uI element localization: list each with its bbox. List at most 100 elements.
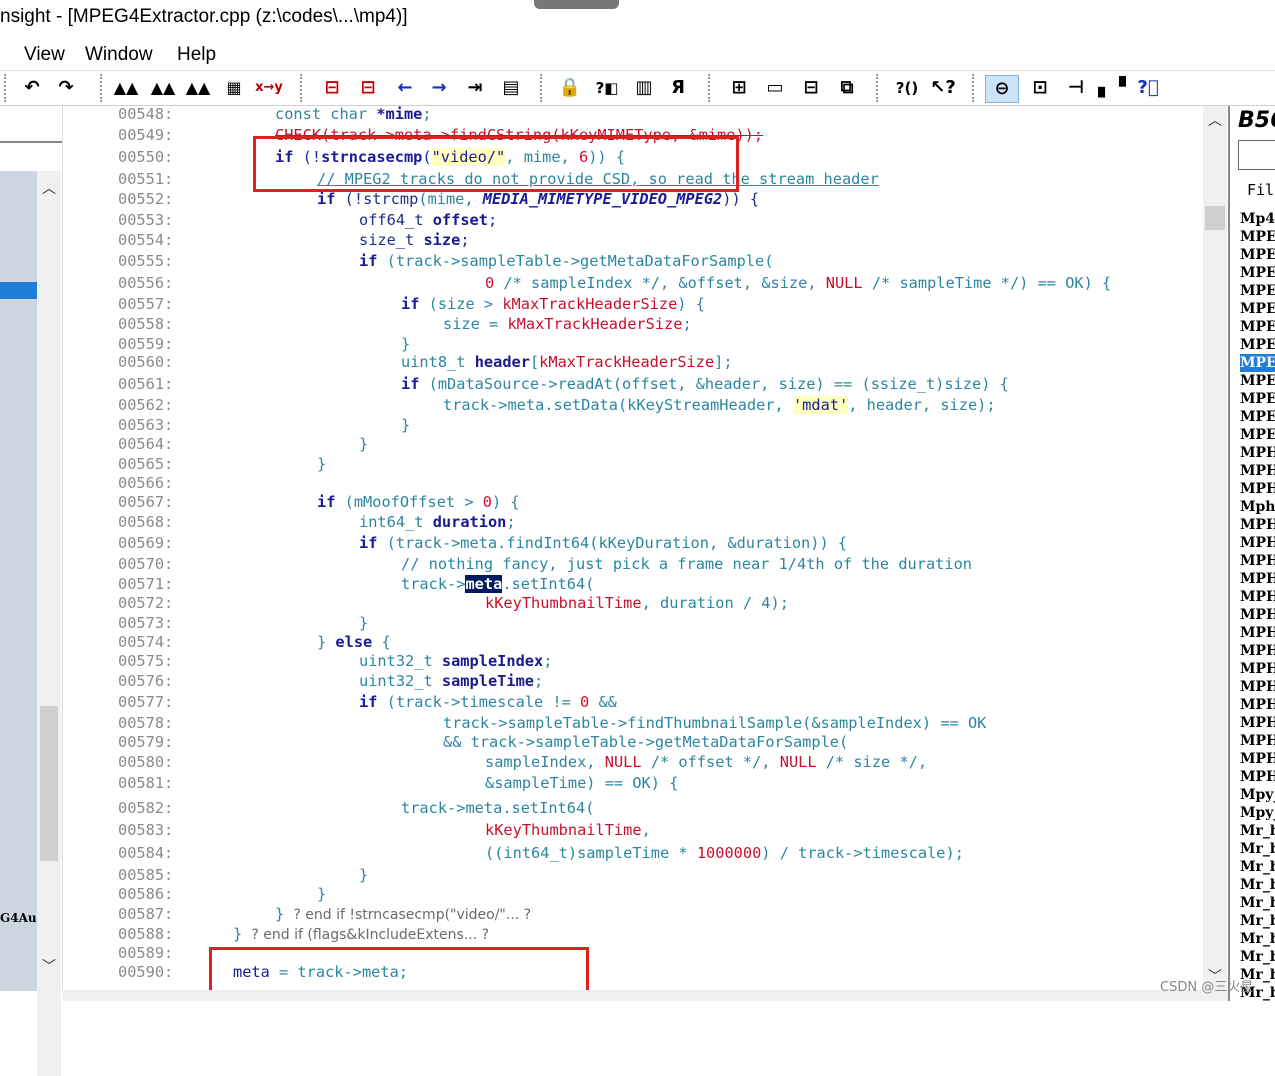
file-list-item[interactable]: Mp4l bbox=[1240, 210, 1275, 228]
file-list-item[interactable]: MPH_ bbox=[1240, 750, 1275, 768]
code-line-564: } bbox=[359, 435, 369, 453]
file-list-item[interactable]: MPH_ bbox=[1240, 660, 1275, 678]
window-grip[interactable] bbox=[534, 0, 619, 9]
file-list-item[interactable]: MPH_ bbox=[1240, 606, 1275, 624]
book-icon[interactable]: ▥ bbox=[630, 75, 658, 101]
line-number: 00571: bbox=[118, 575, 174, 593]
scroll-up-icon[interactable]: ︿ bbox=[1208, 110, 1222, 130]
menu-help[interactable]: Help bbox=[177, 44, 216, 66]
find-icon[interactable]: ▲▲ bbox=[113, 75, 139, 101]
window-icon[interactable]: ⊞ bbox=[725, 75, 753, 101]
file-list-item[interactable]: MPH_ bbox=[1240, 714, 1275, 732]
relation-icon[interactable]: ⊡ bbox=[1026, 75, 1054, 101]
file-list-item[interactable]: MPEG bbox=[1240, 318, 1275, 336]
file-list-item[interactable]: MPH_ bbox=[1240, 696, 1275, 714]
editor-horizontal-scrollbar[interactable] bbox=[62, 990, 1232, 1001]
file-list-item[interactable]: Mr_b bbox=[1240, 912, 1275, 930]
find-prev-icon[interactable]: ▲▲ bbox=[149, 75, 177, 101]
right-panel-file-list[interactable]: Mp4lMPEGMPEGMPEGMPEGMPEGMPEGMPEGMPEGMPEG… bbox=[1240, 210, 1275, 1002]
left-panel: ︿ ﹀ G4Au bbox=[0, 106, 62, 1076]
undo-icon[interactable]: ↶ bbox=[18, 75, 46, 101]
find-next-icon[interactable]: ▲▲ bbox=[184, 75, 212, 101]
file-list-item[interactable]: MPEG bbox=[1240, 426, 1275, 444]
toggle-icon[interactable]: ⊖ bbox=[985, 75, 1019, 103]
replace-icon[interactable]: x→y bbox=[254, 75, 284, 101]
file-list-item[interactable]: MPH_ bbox=[1240, 570, 1275, 588]
file-list-item[interactable]: Mpht bbox=[1240, 498, 1275, 516]
file-list-item[interactable]: Mr_b bbox=[1240, 948, 1275, 966]
back-icon[interactable]: ← bbox=[392, 75, 418, 101]
redo-icon[interactable]: ↷ bbox=[52, 75, 80, 101]
menu-view[interactable]: View bbox=[24, 44, 65, 66]
indent-icon[interactable]: ⇥ bbox=[462, 75, 488, 101]
file-list-item[interactable]: MPEG bbox=[1240, 300, 1275, 318]
file-list-item[interactable]: Mpy_ bbox=[1240, 804, 1275, 822]
symbol-icon[interactable]: ?◧ bbox=[593, 75, 621, 101]
code-line-581: &sampleTime) == OK) { bbox=[485, 774, 679, 792]
file-list-item[interactable]: Mpy_ bbox=[1240, 786, 1275, 804]
scroll-down-icon[interactable]: ﹀ bbox=[42, 956, 56, 976]
file-list-item[interactable]: Mr_b bbox=[1240, 858, 1275, 876]
file-list-item[interactable]: MPH_ bbox=[1240, 678, 1275, 696]
line-number: 00557: bbox=[118, 295, 174, 313]
file-list-item[interactable]: MPEG bbox=[1240, 372, 1275, 390]
file-list-item[interactable]: MPH_ bbox=[1240, 534, 1275, 552]
file-list-item[interactable]: MPEG bbox=[1240, 246, 1275, 264]
menu-window[interactable]: Window bbox=[85, 44, 153, 66]
toolbar-separator bbox=[4, 74, 6, 102]
file-list-item[interactable]: MPH_ bbox=[1240, 768, 1275, 786]
forward-icon[interactable]: → bbox=[426, 75, 452, 101]
tree-icon[interactable]: ⊣ bbox=[1062, 75, 1090, 101]
file-list-item[interactable]: MPEG bbox=[1240, 354, 1275, 372]
window4-icon[interactable]: ⧉ bbox=[833, 75, 861, 101]
left-scrollbar-thumb[interactable] bbox=[40, 706, 58, 861]
file-list-item[interactable]: Mr_b bbox=[1240, 840, 1275, 858]
file-list-item[interactable]: Mr_b bbox=[1240, 894, 1275, 912]
layout-icon[interactable]: ▖▝ bbox=[1098, 75, 1126, 101]
outdent-icon[interactable]: ▤ bbox=[498, 75, 524, 101]
editor-scrollbar-thumb[interactable] bbox=[1205, 206, 1225, 230]
window3-icon[interactable]: ⊟ bbox=[797, 75, 825, 101]
file-list-item[interactable]: MPH_ bbox=[1240, 642, 1275, 660]
file-list-item[interactable]: MPH. bbox=[1240, 480, 1275, 498]
file-list-item[interactable]: MPEG bbox=[1240, 390, 1275, 408]
file-list-item[interactable]: MPEG bbox=[1240, 264, 1275, 282]
menu-item-partial[interactable]: : bbox=[0, 44, 1, 66]
left-scrollbar[interactable] bbox=[37, 171, 61, 1076]
lock-icon[interactable]: 🔒 bbox=[557, 75, 583, 101]
find-files-icon[interactable]: ▦ bbox=[220, 75, 248, 101]
line-number: 00566: bbox=[118, 474, 174, 492]
help-context-icon[interactable]: ?() bbox=[893, 75, 921, 101]
file-list-item[interactable]: MPH_ bbox=[1240, 624, 1275, 642]
left-selected-item[interactable] bbox=[0, 282, 37, 299]
editor-scrollbar[interactable] bbox=[1203, 106, 1227, 990]
reference-icon[interactable]: Я bbox=[664, 75, 692, 101]
window2-icon[interactable]: ▭ bbox=[761, 75, 789, 101]
file-list-item[interactable]: MPEG bbox=[1240, 282, 1275, 300]
code-line-582: track->meta.setInt64( bbox=[401, 799, 595, 817]
file-list-item[interactable]: MPH_ bbox=[1240, 552, 1275, 570]
file-list-item[interactable]: Mr_b bbox=[1240, 876, 1275, 894]
file-list-item[interactable]: MPEG bbox=[1240, 408, 1275, 426]
right-panel-search-input[interactable] bbox=[1238, 140, 1275, 170]
code-line-587: } ? end if !strncasecmp("video/"... ? bbox=[275, 905, 532, 923]
file-list-item[interactable]: MPH_ bbox=[1240, 516, 1275, 534]
code-line-572: kKeyThumbnailTime, duration / 4); bbox=[485, 594, 789, 612]
file-list-item[interactable]: MPH. bbox=[1240, 444, 1275, 462]
code-line-580: sampleIndex, NULL /* offset */, NULL /* … bbox=[485, 753, 928, 771]
file-list-item[interactable]: MPH. bbox=[1240, 462, 1275, 480]
file-list-item[interactable]: MPH_ bbox=[1240, 588, 1275, 606]
line-number: 00583: bbox=[118, 821, 174, 839]
code-line-563: } bbox=[401, 416, 411, 434]
file-list-item[interactable]: MPH_ bbox=[1240, 732, 1275, 750]
jump-back-icon[interactable]: ⊟ bbox=[318, 75, 346, 101]
jump-forward-icon[interactable]: ⊟ bbox=[354, 75, 382, 101]
file-list-item[interactable]: MPEG bbox=[1240, 228, 1275, 246]
file-list-item[interactable]: MPEG bbox=[1240, 336, 1275, 354]
file-list-item[interactable]: Mr_b bbox=[1240, 930, 1275, 948]
left-list-item[interactable]: G4Au bbox=[0, 911, 37, 925]
help-icon[interactable]: ?⃞ bbox=[1134, 75, 1162, 101]
scroll-up-icon[interactable]: ︿ bbox=[42, 178, 56, 198]
pointer-help-icon[interactable]: ↖? bbox=[929, 75, 957, 101]
file-list-item[interactable]: Mr_b bbox=[1240, 822, 1275, 840]
